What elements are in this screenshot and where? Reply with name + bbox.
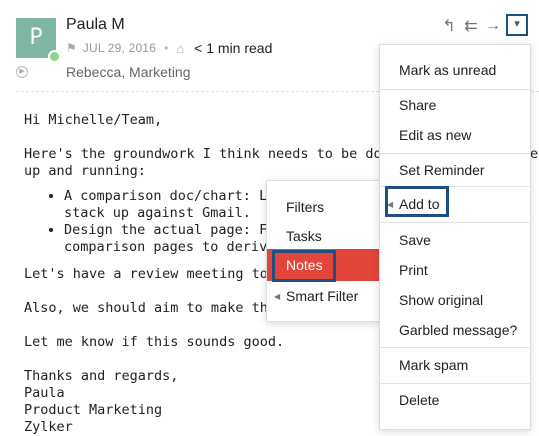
submenu-item-filters[interactable]: Filters (286, 199, 324, 215)
recipients[interactable]: Rebecca, Marketing (66, 64, 191, 80)
sender-name[interactable]: Paula M (66, 16, 125, 34)
menu-divider (380, 383, 530, 384)
notes-highlight-box (272, 250, 336, 282)
menu-item-show-original[interactable]: Show original (399, 292, 483, 308)
menu-item-mark-spam[interactable]: Mark spam (399, 357, 468, 373)
meta-separator: • (164, 41, 169, 55)
forward-icon[interactable]: → (482, 17, 504, 35)
menu-divider (380, 153, 530, 154)
menu-item-delete[interactable]: Delete (399, 392, 439, 408)
expand-details-icon[interactable]: ▶ (16, 66, 28, 78)
menu-item-edit-as-new[interactable]: Edit as new (399, 127, 471, 143)
flag-icon[interactable]: ⚑ (66, 41, 77, 55)
more-actions-menu: Mark as unread Share Edit as new Set Rem… (379, 44, 531, 430)
para1-tail: e (530, 146, 539, 162)
menu-divider (380, 89, 530, 90)
mail-meta: ⚑ JUL 29, 2016 • ⌂ < 1 min read (66, 40, 272, 56)
mail-date: JUL 29, 2016 (82, 41, 157, 55)
chevron-down-icon: ▾ (514, 18, 520, 30)
read-time: < 1 min read (194, 40, 273, 56)
para1-line1: Here's the groundwork I think needs to b… (24, 146, 439, 162)
mail-actions: ↰ ⇇ → (438, 16, 504, 36)
menu-divider (380, 222, 530, 223)
online-status-dot (48, 50, 61, 63)
menu-item-print[interactable]: Print (399, 262, 428, 278)
menu-item-share[interactable]: Share (399, 97, 436, 113)
menu-item-save[interactable]: Save (399, 232, 431, 248)
menu-item-garbled-message[interactable]: Garbled message? (399, 322, 517, 338)
menu-divider (380, 347, 530, 348)
submenu-item-smart-filter[interactable]: Smart Filter (286, 288, 358, 304)
menu-item-set-reminder[interactable]: Set Reminder (399, 162, 485, 178)
tag-icon[interactable]: ⌂ (176, 41, 184, 56)
reply-icon[interactable]: ↰ (438, 16, 460, 36)
reply-all-icon[interactable]: ⇇ (460, 16, 482, 36)
add-to-highlight-box (385, 186, 449, 217)
more-actions-dropdown-button[interactable]: ▾ (506, 14, 528, 36)
menu-item-mark-as-unread[interactable]: Mark as unread (399, 62, 496, 78)
submenu-item-tasks[interactable]: Tasks (286, 228, 322, 244)
caret-left-icon: ◀ (274, 292, 281, 301)
add-to-submenu: Filters Tasks Notes ◀ Smart Filter (266, 180, 380, 322)
